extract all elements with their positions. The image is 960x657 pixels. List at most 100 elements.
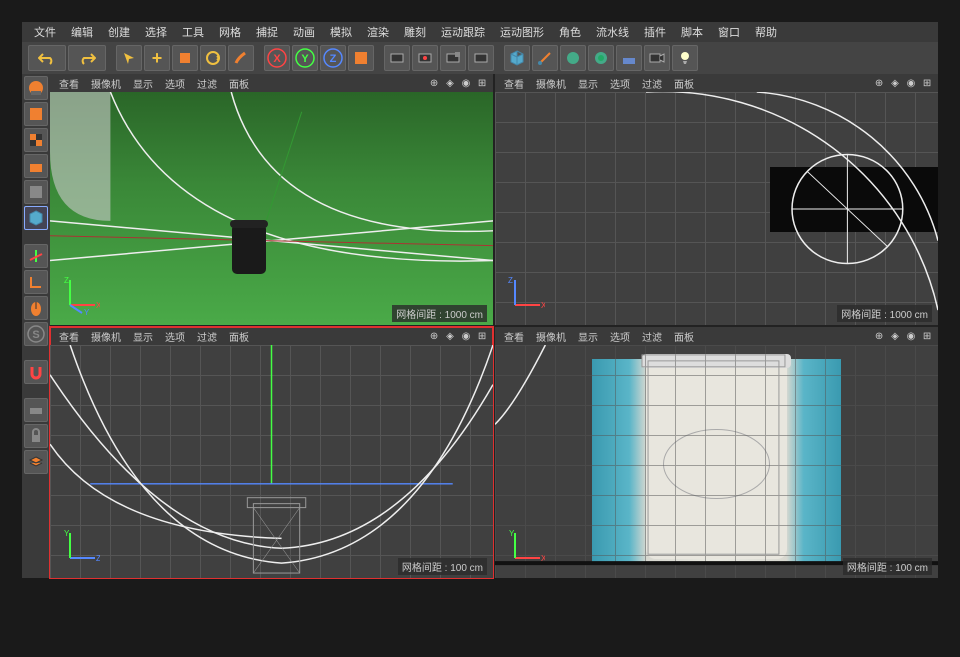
- menu-plugins[interactable]: 插件: [638, 23, 672, 41]
- render-region-button[interactable]: [412, 45, 438, 71]
- snap-s-button[interactable]: S: [24, 322, 48, 346]
- object-mode-button[interactable]: [24, 180, 48, 204]
- menu-file[interactable]: 文件: [28, 23, 62, 41]
- nav-orbit-icon[interactable]: ◉: [459, 329, 473, 343]
- vp-display-menu[interactable]: 显示: [573, 329, 603, 344]
- vp-camera-menu[interactable]: 摄像机: [531, 76, 571, 91]
- vp-options-menu[interactable]: 选项: [160, 76, 190, 91]
- vp-camera-menu[interactable]: 摄像机: [531, 329, 571, 344]
- corner-tool-button[interactable]: [24, 270, 48, 294]
- vp-camera-menu[interactable]: 摄像机: [86, 76, 126, 91]
- light-button[interactable]: [672, 45, 698, 71]
- nav-pan-icon[interactable]: ⊕: [872, 329, 886, 343]
- menu-window[interactable]: 窗口: [712, 23, 746, 41]
- menu-mograph[interactable]: 运动图形: [494, 23, 550, 41]
- vp-view-menu[interactable]: 查看: [499, 329, 529, 344]
- viewport-canvas[interactable]: XY: [495, 345, 938, 578]
- cube-tool-button[interactable]: [172, 45, 198, 71]
- nav-max-icon[interactable]: ⊞: [920, 329, 934, 343]
- menu-tools[interactable]: 工具: [176, 23, 210, 41]
- primitive-cube-button[interactable]: [504, 45, 530, 71]
- menu-pipeline[interactable]: 流水线: [590, 23, 635, 41]
- nav-zoom-icon[interactable]: ◈: [888, 76, 902, 90]
- viewport-canvas[interactable]: XZ: [495, 92, 938, 325]
- nav-max-icon[interactable]: ⊞: [475, 76, 489, 90]
- nav-orbit-icon[interactable]: ◉: [904, 329, 918, 343]
- vp-filter-menu[interactable]: 过滤: [637, 76, 667, 91]
- texture-mode-button[interactable]: [24, 128, 48, 152]
- vp-panel-menu[interactable]: 面板: [224, 76, 254, 91]
- nav-max-icon[interactable]: ⊞: [475, 329, 489, 343]
- nav-zoom-icon[interactable]: ◈: [888, 329, 902, 343]
- vp-panel-menu[interactable]: 面板: [669, 329, 699, 344]
- vp-filter-menu[interactable]: 过滤: [192, 329, 222, 344]
- nav-zoom-icon[interactable]: ◈: [443, 76, 457, 90]
- workplane-button[interactable]: [24, 154, 48, 178]
- nav-max-icon[interactable]: ⊞: [920, 76, 934, 90]
- axis-z-button[interactable]: Z: [320, 45, 346, 71]
- cursor-tool-button[interactable]: [116, 45, 142, 71]
- nav-orbit-icon[interactable]: ◉: [904, 76, 918, 90]
- viewport-canvas[interactable]: XZY: [50, 92, 493, 325]
- menu-render[interactable]: 渲染: [361, 23, 395, 41]
- menu-mesh[interactable]: 网格: [213, 23, 247, 41]
- rotate-tool-button[interactable]: [200, 45, 226, 71]
- vp-filter-menu[interactable]: 过滤: [192, 76, 222, 91]
- camera-button[interactable]: [644, 45, 670, 71]
- deformer-button[interactable]: [588, 45, 614, 71]
- brush-tool-button[interactable]: [228, 45, 254, 71]
- axis-tool-button[interactable]: [24, 244, 48, 268]
- menu-character[interactable]: 角色: [553, 23, 587, 41]
- menu-motiontrack[interactable]: 运动跟踪: [435, 23, 491, 41]
- menu-help[interactable]: 帮助: [749, 23, 783, 41]
- axis-gizmo: XZ: [505, 275, 545, 315]
- generator-button[interactable]: [560, 45, 586, 71]
- render-settings-button[interactable]: [440, 45, 466, 71]
- move-tool-button[interactable]: +: [144, 45, 170, 71]
- nav-zoom-icon[interactable]: ◈: [443, 329, 457, 343]
- nav-pan-icon[interactable]: ⊕: [427, 76, 441, 90]
- spline-pen-button[interactable]: [532, 45, 558, 71]
- model-mode-button[interactable]: [24, 102, 48, 126]
- menu-simulate[interactable]: 模拟: [324, 23, 358, 41]
- nav-orbit-icon[interactable]: ◉: [459, 76, 473, 90]
- menu-sculpt[interactable]: 雕刻: [398, 23, 432, 41]
- vp-options-menu[interactable]: 选项: [160, 329, 190, 344]
- vp-display-menu[interactable]: 显示: [128, 329, 158, 344]
- axis-y-button[interactable]: Y: [292, 45, 318, 71]
- vp-view-menu[interactable]: 查看: [54, 76, 84, 91]
- vp-options-menu[interactable]: 选项: [605, 329, 635, 344]
- vp-display-menu[interactable]: 显示: [128, 76, 158, 91]
- layer-button[interactable]: [24, 450, 48, 474]
- menu-snap[interactable]: 捕捉: [250, 23, 284, 41]
- vp-camera-menu[interactable]: 摄像机: [86, 329, 126, 344]
- live-select-button[interactable]: [24, 76, 48, 100]
- environment-button[interactable]: [616, 45, 642, 71]
- axis-x-button[interactable]: X: [264, 45, 290, 71]
- menu-edit[interactable]: 编辑: [65, 23, 99, 41]
- lock-button[interactable]: [24, 424, 48, 448]
- render-button[interactable]: [384, 45, 410, 71]
- menu-animate[interactable]: 动画: [287, 23, 321, 41]
- mouse-tool-button[interactable]: [24, 296, 48, 320]
- menu-select[interactable]: 选择: [139, 23, 173, 41]
- viewport-canvas[interactable]: ZY: [50, 345, 493, 578]
- vp-filter-menu[interactable]: 过滤: [637, 329, 667, 344]
- vp-options-menu[interactable]: 选项: [605, 76, 635, 91]
- picture-viewer-button[interactable]: [468, 45, 494, 71]
- vp-panel-menu[interactable]: 面板: [669, 76, 699, 91]
- vp-view-menu[interactable]: 查看: [499, 76, 529, 91]
- workplane2-button[interactable]: [24, 398, 48, 422]
- menu-script[interactable]: 脚本: [675, 23, 709, 41]
- vp-panel-menu[interactable]: 面板: [224, 329, 254, 344]
- undo-button[interactable]: [28, 45, 66, 71]
- redo-button[interactable]: [68, 45, 106, 71]
- nav-pan-icon[interactable]: ⊕: [872, 76, 886, 90]
- menu-create[interactable]: 创建: [102, 23, 136, 41]
- coord-button[interactable]: [348, 45, 374, 71]
- nav-pan-icon[interactable]: ⊕: [427, 329, 441, 343]
- cube-mode-button[interactable]: [24, 206, 48, 230]
- magnet-button[interactable]: [24, 360, 48, 384]
- vp-view-menu[interactable]: 查看: [54, 329, 84, 344]
- vp-display-menu[interactable]: 显示: [573, 76, 603, 91]
